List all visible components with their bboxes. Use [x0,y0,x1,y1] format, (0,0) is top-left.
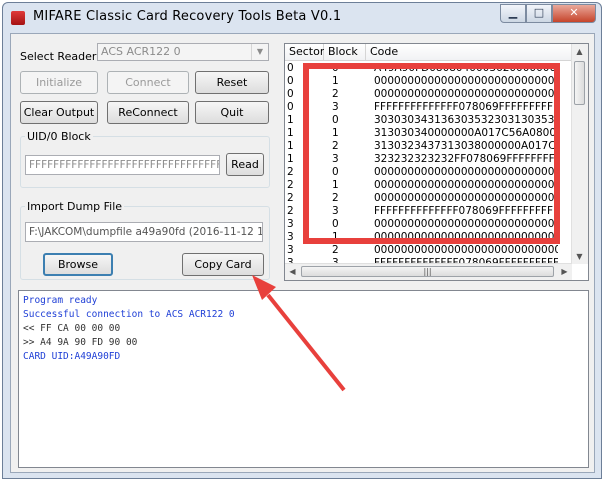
arrow-head-icon [252,275,276,300]
highlight-box [303,63,560,244]
annotation-arrow [266,293,346,392]
annotation-overlay [252,63,560,392]
